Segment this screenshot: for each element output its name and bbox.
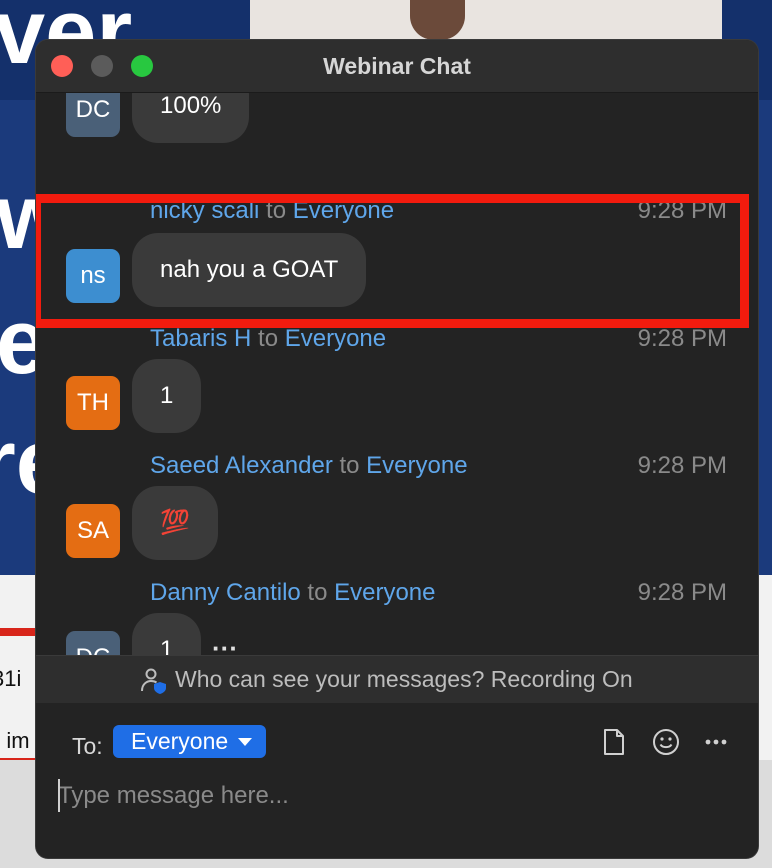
to-word: to [339, 452, 360, 479]
title-bar[interactable]: Webinar Chat [36, 40, 758, 93]
sender-name[interactable]: Danny Cantilo [150, 579, 301, 606]
avatar: SA [66, 504, 120, 558]
message-bubble: 100% [132, 93, 250, 143]
bg-video-thumbnail [250, 0, 722, 45]
bg-side-text: 31i [0, 666, 22, 691]
sender-name[interactable]: nicky scali [150, 197, 259, 224]
message-bubble: 1 [132, 359, 202, 433]
avatar: DC [66, 631, 120, 655]
bg-side-text: 0 im [0, 728, 30, 753]
avatar: TH [66, 376, 120, 430]
person-shield-icon [141, 668, 166, 694]
avatar: DC [66, 93, 120, 137]
recipient-dropdown[interactable]: Everyone [113, 725, 267, 758]
message-bubble: 1 [132, 613, 202, 655]
recipient-name[interactable]: Everyone [293, 197, 394, 224]
window-title: Webinar Chat [323, 53, 471, 79]
bg-presenter-face [410, 0, 465, 40]
recipient-name[interactable]: Everyone [285, 325, 386, 352]
message-header: nicky scali to Everyone [150, 197, 394, 225]
message-time: 9:28 PM [637, 197, 727, 224]
recipient-name[interactable]: Everyone [334, 579, 435, 606]
message-header: Danny Cantilo to Everyone [150, 579, 436, 607]
recording-notice-text: Who can see your messages? Recording On [175, 666, 633, 692]
chat-message-list[interactable]: DC 100% nicky scali to Everyone 9:28 PM … [36, 93, 758, 655]
message-input[interactable] [58, 776, 728, 816]
message-bubble: nah you a GOAT [132, 233, 367, 307]
to-word: to [258, 325, 279, 352]
message-bubble: 💯 [132, 486, 218, 560]
message-header: Saeed Alexander to Everyone [150, 452, 468, 480]
sender-name[interactable]: Tabaris H [150, 325, 251, 352]
message-time: 9:28 PM [637, 452, 727, 479]
message-time: 9:28 PM [637, 579, 727, 606]
message-time: 9:28 PM [637, 325, 727, 352]
message-header: Tabaris H to Everyone [150, 325, 386, 353]
sender-name[interactable]: Saeed Alexander [150, 452, 333, 479]
text-cursor [58, 779, 60, 812]
file-icon[interactable] [602, 728, 626, 756]
webinar-chat-window: Webinar Chat DC 100% nicky scali to Ever… [36, 40, 758, 858]
avatar: ns [66, 249, 120, 303]
to-word: to [307, 579, 328, 606]
message-more-icon[interactable]: ··· [212, 633, 238, 655]
recipient-dropdown-value: Everyone [131, 728, 229, 754]
to-label: To: [72, 733, 103, 759]
recipient-name[interactable]: Everyone [366, 452, 467, 479]
to-word: to [266, 197, 287, 224]
emoji-icon[interactable] [652, 728, 680, 756]
more-icon[interactable] [704, 738, 728, 746]
bg-red-line [0, 628, 36, 636]
message-composer: To: Everyone [36, 703, 758, 858]
recording-notice[interactable]: Who can see your messages? Recording On [36, 655, 758, 704]
caret-down-icon [238, 738, 253, 746]
